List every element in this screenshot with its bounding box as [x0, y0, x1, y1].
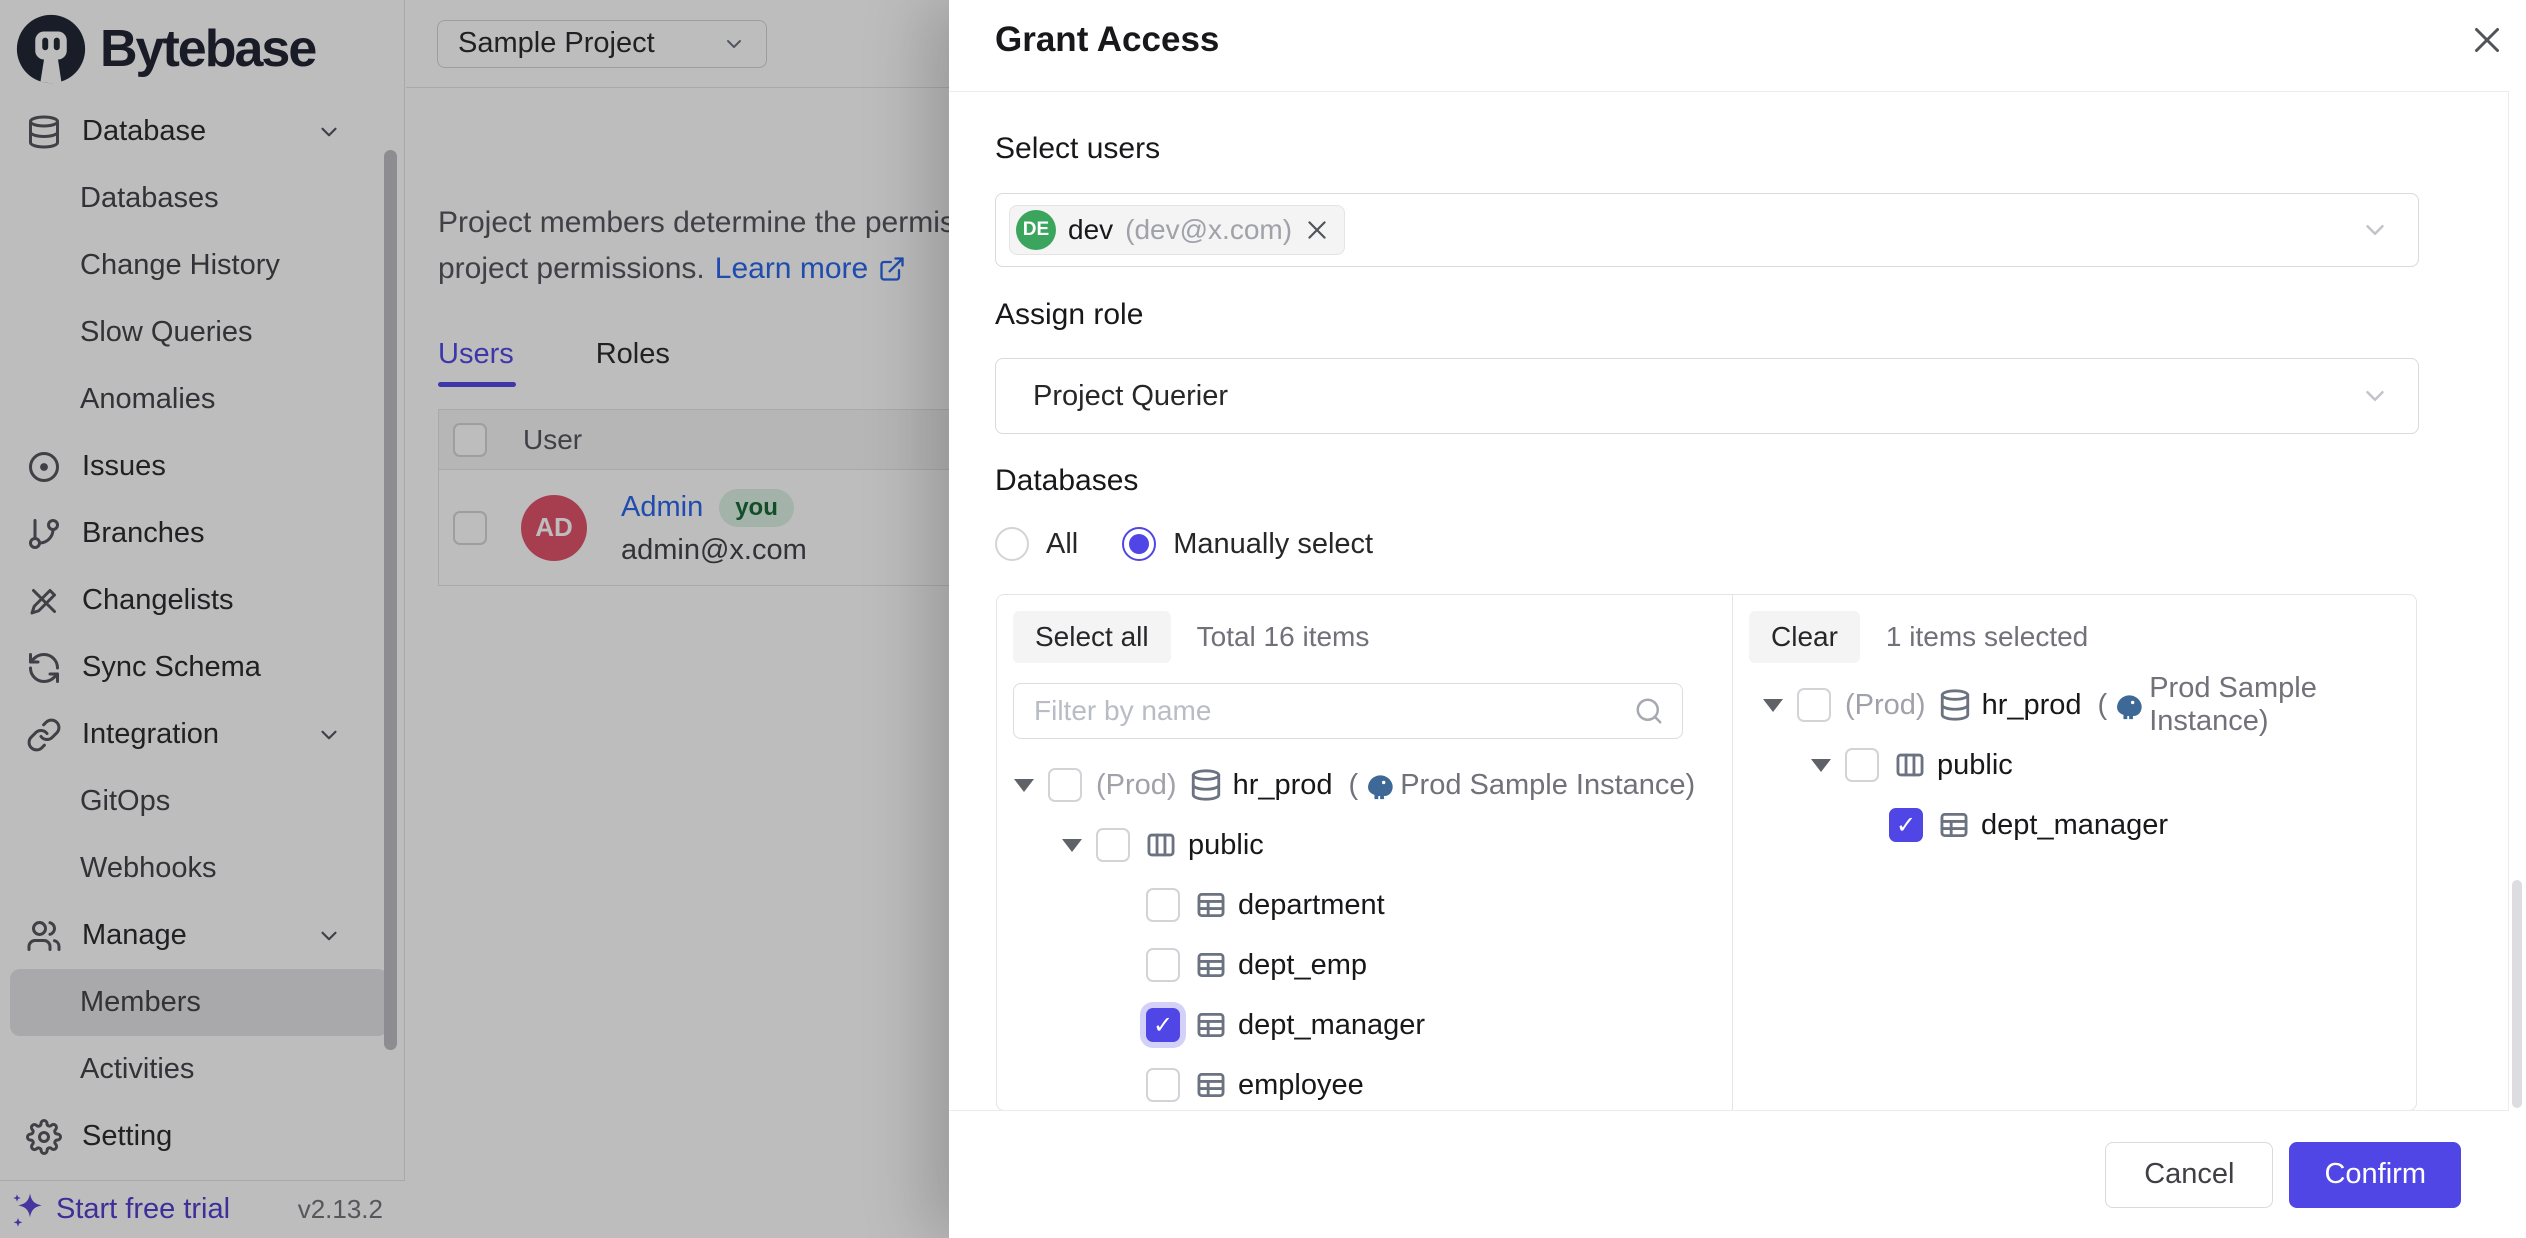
caret-down-icon[interactable]: [1763, 699, 1783, 712]
screen: Bytebase Database Databases Change Histo…: [0, 0, 2526, 1238]
instance-tag: ( Prod Sample Instance): [1349, 768, 1696, 802]
filter-input[interactable]: [1034, 695, 1634, 727]
environment-tag: (Prod): [1845, 689, 1926, 722]
avatar: DE: [1016, 210, 1056, 250]
role-value: Project Querier: [1033, 380, 1228, 413]
caret-down-icon[interactable]: [1014, 779, 1034, 792]
table-icon: [1937, 808, 1971, 842]
node-checkbox[interactable]: [1146, 1068, 1180, 1102]
database-transfer: Select all Total 16 items (Prod) hr_prod: [996, 594, 2417, 1111]
chevron-down-icon: [2360, 215, 2390, 245]
chip-user-name: dev: [1068, 214, 1113, 246]
modal-scrollbar-track: [2508, 92, 2509, 1238]
node-checkbox[interactable]: [1096, 828, 1130, 862]
modal-header-divider: [949, 91, 2509, 92]
radio-manually-select[interactable]: [1122, 527, 1156, 561]
databases-label: Databases: [995, 464, 1138, 498]
grant-access-modal: Grant Access Select users DE dev (dev@x.…: [949, 0, 2526, 1238]
instance-name: Prod Sample Instance): [2149, 672, 2416, 738]
cancel-button[interactable]: Cancel: [2105, 1142, 2273, 1208]
node-label: dept_manager: [1238, 1009, 1425, 1042]
modal-footer: Cancel Confirm: [949, 1110, 2509, 1238]
node-label: hr_prod: [1233, 769, 1333, 802]
select-users-label: Select users: [995, 132, 1160, 166]
filter-field: [1013, 683, 1683, 739]
tree-row-table[interactable]: dept_manager: [1733, 795, 2416, 855]
table-icon: [1194, 1008, 1228, 1042]
modal-scrollbar-thumb[interactable]: [2512, 880, 2522, 1108]
chip-user-email: (dev@x.com): [1125, 214, 1292, 246]
node-label: hr_prod: [1982, 689, 2082, 722]
total-items-text: Total 16 items: [1197, 621, 1370, 653]
node-label: employee: [1238, 1069, 1364, 1102]
node-label: dept_emp: [1238, 949, 1367, 982]
database-icon: [1938, 688, 1972, 722]
schema-icon: [1893, 748, 1927, 782]
database-icon: [1189, 768, 1223, 802]
caret-down-icon[interactable]: [1811, 759, 1831, 772]
node-label: public: [1937, 749, 2013, 782]
tree-row-schema[interactable]: public: [997, 815, 1732, 875]
postgresql-icon: [1362, 768, 1396, 802]
schema-icon: [1144, 828, 1178, 862]
remove-user-icon[interactable]: [1304, 217, 1330, 243]
paren: (: [2098, 689, 2108, 722]
tree-row-table[interactable]: employee: [997, 1055, 1732, 1111]
node-checkbox[interactable]: [1845, 748, 1879, 782]
radio-all-label[interactable]: All: [1046, 528, 1078, 561]
selected-pane: Clear 1 items selected (Prod) hr_prod ( …: [1733, 595, 2416, 1110]
selected-user-chip: DE dev (dev@x.com): [1009, 205, 1345, 255]
selected-count-text: 1 items selected: [1886, 621, 2088, 653]
node-checkbox[interactable]: [1146, 948, 1180, 982]
tree-row-schema[interactable]: public: [1733, 735, 2416, 795]
tree-row-table[interactable]: dept_emp: [997, 935, 1732, 995]
source-pane: Select all Total 16 items (Prod) hr_prod: [997, 595, 1733, 1110]
modal-overlay[interactable]: [0, 0, 949, 1238]
instance-name: Prod Sample Instance): [1400, 769, 1695, 802]
database-scope-radios: All Manually select: [995, 524, 1417, 564]
environment-tag: (Prod): [1096, 769, 1177, 802]
node-checkbox[interactable]: [1797, 688, 1831, 722]
node-checkbox-checked[interactable]: [1889, 808, 1923, 842]
chevron-down-icon: [2360, 381, 2390, 411]
node-label: dept_manager: [1981, 809, 2168, 842]
role-select[interactable]: Project Querier: [995, 358, 2419, 434]
table-icon: [1194, 1068, 1228, 1102]
radio-manually-select-label[interactable]: Manually select: [1173, 528, 1373, 561]
node-checkbox[interactable]: [1048, 768, 1082, 802]
confirm-button[interactable]: Confirm: [2289, 1142, 2461, 1208]
node-checkbox[interactable]: [1146, 888, 1180, 922]
postgresql-icon: [2111, 688, 2145, 722]
modal-title: Grant Access: [995, 20, 1219, 60]
selected-tree: (Prod) hr_prod ( Prod Sample Instance): [1733, 675, 2416, 855]
close-button[interactable]: [2461, 14, 2513, 66]
tree-row-database[interactable]: (Prod) hr_prod ( Prod Sample Instance): [1733, 675, 2416, 735]
tree-row-table[interactable]: dept_manager: [997, 995, 1732, 1055]
tree-row-database[interactable]: (Prod) hr_prod ( Prod Sample Instance): [997, 755, 1732, 815]
radio-all[interactable]: [995, 527, 1029, 561]
node-checkbox-checked[interactable]: [1146, 1008, 1180, 1042]
node-label: department: [1238, 889, 1385, 922]
select-users-input[interactable]: DE dev (dev@x.com): [995, 193, 2419, 267]
select-all-button[interactable]: Select all: [1013, 611, 1171, 663]
table-icon: [1194, 888, 1228, 922]
table-icon: [1194, 948, 1228, 982]
caret-down-icon[interactable]: [1062, 839, 1082, 852]
tree-row-table[interactable]: department: [997, 875, 1732, 935]
instance-tag: ( Prod Sample Instance): [2098, 672, 2416, 738]
close-icon: [2469, 22, 2505, 58]
search-icon: [1634, 696, 1664, 726]
node-label: public: [1188, 829, 1264, 862]
source-tree: (Prod) hr_prod ( Prod Sample Instance): [997, 755, 1732, 1111]
assign-role-label: Assign role: [995, 298, 1143, 332]
paren: (: [1349, 769, 1359, 802]
clear-button[interactable]: Clear: [1749, 611, 1860, 663]
